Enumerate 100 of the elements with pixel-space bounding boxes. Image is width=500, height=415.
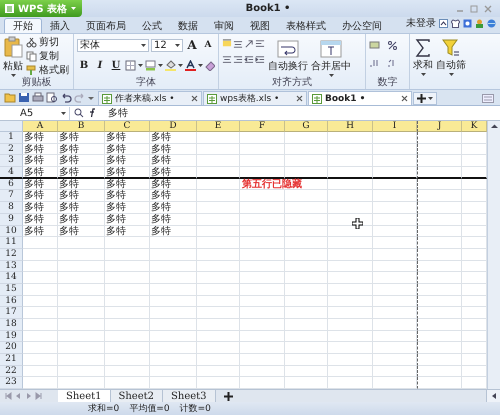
menu-tab[interactable]: 插入 (42, 18, 78, 33)
caret-icon[interactable] (198, 64, 203, 66)
row-header[interactable]: 6 (0, 178, 23, 190)
new-tab-button[interactable] (413, 92, 437, 105)
menu-tab[interactable]: 办公空间 (334, 18, 390, 33)
row-header[interactable]: 3 (0, 155, 23, 168)
close-icon[interactable] (191, 95, 198, 102)
column-header[interactable]: G (285, 121, 328, 132)
document-tab[interactable]: 作者来稿.xls • (98, 91, 202, 105)
caret-icon[interactable] (428, 97, 433, 100)
column-header[interactable]: K (462, 121, 487, 132)
caret-icon[interactable] (141, 44, 146, 46)
row-header[interactable]: 2 (0, 144, 23, 156)
person-icon[interactable] (475, 18, 484, 28)
name-box[interactable]: A5 (0, 106, 70, 120)
row-header[interactable]: 14 (0, 272, 23, 284)
caret-icon[interactable] (448, 73, 454, 76)
print-preview-icon[interactable] (46, 92, 58, 103)
zoom-icon[interactable] (74, 108, 84, 118)
close-icon[interactable] (401, 95, 408, 102)
align-left-icon[interactable] (255, 39, 265, 49)
row-header[interactable]: 11 (0, 237, 23, 249)
row-header[interactable]: 23 (0, 377, 23, 390)
caret-icon[interactable] (178, 64, 183, 66)
paste-button[interactable]: 粘贴 (3, 36, 23, 77)
caret-icon[interactable] (328, 74, 334, 77)
add-sheet-icon[interactable] (224, 392, 233, 401)
menu-tab[interactable]: 页面布局 (78, 18, 134, 33)
document-tab[interactable]: wps表格.xls • (203, 91, 307, 105)
menu-tab[interactable]: 审阅 (206, 18, 242, 33)
row-header[interactable]: 19 (0, 330, 23, 342)
percent-icon[interactable] (387, 40, 398, 51)
bold-button[interactable]: B (77, 60, 91, 70)
undo-icon[interactable] (60, 92, 72, 103)
document-tab[interactable]: Book1 • (308, 91, 412, 105)
sheet-tab[interactable]: Sheet1 (58, 390, 111, 402)
menu-tab[interactable]: 开始 (4, 18, 42, 33)
folder-icon[interactable] (4, 92, 16, 103)
row-header[interactable]: 10 (0, 226, 23, 238)
column-header[interactable]: J (417, 121, 462, 132)
wrap-text-button[interactable]: 自动换行 (268, 36, 308, 73)
scroll-up-icon[interactable] (490, 123, 498, 130)
column-header[interactable]: F (240, 121, 285, 132)
shirt-icon[interactable] (451, 18, 460, 28)
caret-icon[interactable] (61, 112, 66, 114)
login-status[interactable]: 未登录 (406, 16, 436, 30)
row-header[interactable]: 9 (0, 214, 23, 226)
formula-field[interactable]: 多特 (102, 106, 500, 120)
vertical-scrollbar[interactable] (487, 121, 500, 390)
caret-icon[interactable] (138, 64, 143, 66)
eraser-icon[interactable] (205, 60, 215, 70)
save-icon[interactable] (18, 92, 30, 103)
function-icon[interactable] (88, 108, 98, 118)
italic-button[interactable]: I (93, 60, 107, 70)
align-top-icon[interactable] (222, 39, 232, 49)
font-color-icon[interactable] (185, 60, 196, 70)
caret-icon[interactable] (10, 74, 16, 77)
copy-button[interactable]: 复制 (26, 50, 69, 62)
column-header[interactable]: I (373, 121, 417, 132)
caret-icon[interactable] (158, 64, 163, 66)
underline-button[interactable]: U (109, 60, 123, 70)
format-painter-button[interactable]: 格式刷 (26, 64, 69, 76)
font-name-field[interactable]: 宋体 (77, 38, 149, 52)
row-header[interactable]: 13 (0, 260, 23, 272)
column-header[interactable]: A (23, 121, 58, 132)
row-header[interactable]: 15 (0, 284, 23, 296)
column-header[interactable]: C (105, 121, 150, 132)
horizontal-scrollbar[interactable] (486, 390, 500, 402)
increase-indent-icon[interactable] (255, 55, 265, 65)
menu-tab[interactable]: 视图 (242, 18, 278, 33)
sheet-tab[interactable]: Sheet2 (110, 390, 164, 402)
row-header[interactable]: 1 (0, 132, 23, 144)
menu-tab[interactable]: 数据 (170, 18, 206, 33)
column-header[interactable]: E (197, 121, 240, 132)
align-right-icon[interactable] (233, 55, 243, 65)
row-header[interactable]: 18 (0, 319, 23, 331)
print-icon[interactable] (32, 92, 44, 103)
orientation-icon[interactable] (244, 39, 254, 49)
decrease-indent-icon[interactable] (244, 55, 254, 65)
caret-icon[interactable] (420, 73, 426, 76)
align-middle-icon[interactable] (233, 39, 243, 49)
column-header[interactable]: D (150, 121, 197, 132)
row-header[interactable]: 4 (0, 167, 23, 179)
row-header[interactable]: 12 (0, 248, 23, 261)
cut-button[interactable]: 剪切 (26, 36, 69, 48)
auto-filter-button[interactable]: 自动筛 (436, 36, 466, 76)
row-header[interactable]: 21 (0, 354, 23, 366)
grow-font-button[interactable]: A (185, 38, 199, 52)
font-size-field[interactable]: 12 (151, 38, 183, 52)
bucket-icon[interactable] (165, 60, 176, 70)
menu-tab[interactable]: 表格样式 (278, 18, 334, 33)
row-header[interactable]: 7 (0, 190, 23, 202)
shrink-font-button[interactable]: A (201, 40, 215, 50)
column-header[interactable]: B (58, 121, 105, 132)
border-icon[interactable] (125, 60, 136, 70)
sum-button[interactable]: 求和 (413, 36, 433, 76)
row-header[interactable]: 16 (0, 296, 23, 308)
caret-up-icon[interactable] (439, 18, 448, 28)
row-header[interactable]: 22 (0, 366, 23, 378)
align-center-icon[interactable] (222, 55, 232, 65)
